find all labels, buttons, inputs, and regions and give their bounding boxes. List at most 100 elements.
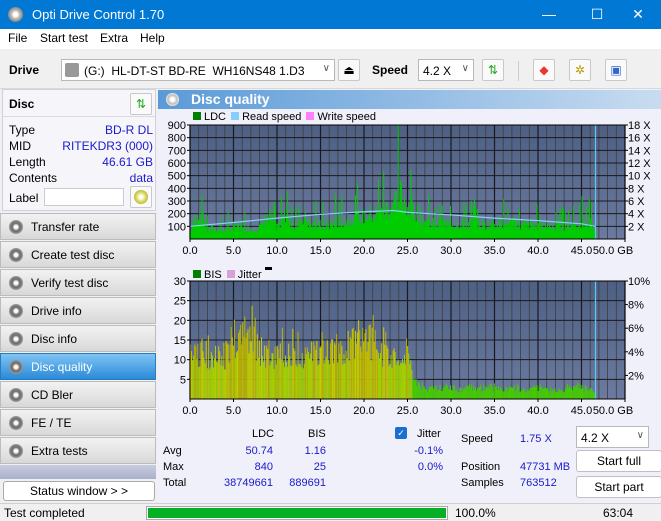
x-tick-label: 5.0: [226, 405, 241, 417]
data-bar: [297, 331, 299, 399]
data-bar: [310, 353, 312, 399]
data-bar: [354, 330, 356, 399]
data-bar: [571, 386, 573, 399]
speed-label: Speed: [372, 63, 409, 77]
data-bar: [337, 362, 339, 399]
data-bar: [446, 385, 448, 399]
data-bar: [279, 343, 281, 399]
data-bar: [286, 362, 288, 399]
data-bar: [259, 365, 261, 399]
nav-extra-tests[interactable]: Extra tests: [0, 437, 156, 464]
data-bar: [560, 390, 562, 399]
start-full-button[interactable]: Start full: [576, 450, 661, 472]
data-bar: [540, 387, 542, 399]
data-bar: [503, 391, 505, 399]
close-button[interactable]: ✕: [615, 0, 661, 29]
nav-cd-bler[interactable]: CD Bler: [0, 381, 156, 408]
avg-ldc: 50.74: [245, 445, 273, 457]
data-bar: [268, 340, 270, 399]
data-bar: [294, 350, 296, 399]
nav-disc-info[interactable]: Disc info: [0, 325, 156, 352]
data-bar: [499, 390, 501, 399]
refresh-button[interactable]: ⇅: [482, 59, 504, 81]
data-bar: [219, 351, 221, 399]
nav-verify-test-disc[interactable]: Verify test disc: [0, 269, 156, 296]
erase-button[interactable]: ◆: [533, 59, 555, 81]
menu-help[interactable]: Help: [140, 31, 165, 45]
data-bar: [197, 343, 199, 399]
y-tick-label-right: 6 X: [628, 196, 645, 208]
y-tick-label-left: 600: [168, 158, 186, 170]
data-bar: [301, 353, 303, 399]
nav-fe-te[interactable]: FE / TE: [0, 409, 156, 436]
data-bar: [352, 327, 354, 399]
data-bar: [526, 391, 528, 399]
status-window-button[interactable]: Status window > >: [3, 481, 155, 501]
data-bar: [215, 345, 217, 399]
data-bar: [487, 385, 489, 399]
data-bar: [246, 332, 248, 399]
data-bar: [372, 314, 374, 399]
data-bar: [339, 353, 341, 399]
data-bar: [554, 387, 556, 399]
data-bar: [558, 388, 560, 399]
avg-bis: 1.16: [304, 445, 326, 457]
nav-create-test-disc[interactable]: Create test disc: [0, 241, 156, 268]
save-button[interactable]: ▣: [605, 59, 627, 81]
nav-disc-quality[interactable]: Disc quality: [0, 353, 156, 380]
data-bar: [586, 389, 588, 399]
data-bar: [485, 386, 487, 399]
disc-row-type: Type BD-R DL: [9, 123, 153, 137]
data-bar: [574, 385, 576, 399]
data-bar: [267, 349, 269, 399]
disc-refresh-button[interactable]: ⇅: [130, 93, 152, 115]
menu-extra[interactable]: Extra: [100, 31, 128, 45]
data-bar: [555, 391, 557, 399]
data-bar: [288, 343, 290, 399]
data-bar: [195, 346, 197, 399]
settings-button[interactable]: ✲: [569, 59, 591, 81]
data-bar: [223, 342, 225, 399]
nav-drive-info[interactable]: Drive info: [0, 297, 156, 324]
data-bar: [443, 386, 445, 399]
position-label: Position: [461, 461, 501, 473]
label-disc-button[interactable]: [130, 186, 152, 208]
eject-button[interactable]: ⏏: [338, 59, 360, 81]
refresh-icon: ⇅: [487, 63, 499, 77]
data-bar: [417, 381, 419, 399]
jitter-checkbox[interactable]: ✓: [395, 427, 407, 439]
data-bar: [410, 360, 412, 399]
label-input[interactable]: [44, 188, 124, 206]
data-bar: [394, 351, 396, 399]
data-bar: [404, 354, 406, 399]
total-label: Total: [163, 477, 187, 489]
start-part-button[interactable]: Start part: [576, 476, 661, 498]
gears-icon: ✲: [574, 63, 586, 77]
data-bar: [318, 364, 320, 399]
data-bar: [589, 388, 591, 399]
data-bar: [411, 370, 413, 399]
nav-transfer-rate[interactable]: Transfer rate: [0, 213, 156, 240]
data-bar: [584, 385, 586, 399]
data-bar: [281, 327, 283, 399]
data-bar: [504, 391, 506, 399]
data-bar: [293, 348, 295, 399]
data-bar: [529, 388, 531, 399]
col-bis: BIS: [308, 428, 326, 440]
drive-select[interactable]: (G:) HL-DT-ST BD-RE WH16NS48 1.D3 ∨: [61, 59, 335, 81]
data-bar: [570, 388, 572, 399]
data-bar: [406, 338, 408, 399]
data-bar: [327, 359, 329, 399]
data-bar: [517, 386, 519, 399]
data-bar: [369, 324, 371, 399]
data-bar: [345, 350, 347, 399]
minimize-button[interactable]: —: [526, 0, 572, 29]
data-bar: [373, 341, 375, 399]
test-speed-select[interactable]: 4.2 X ∨: [576, 426, 649, 448]
maximize-button[interactable]: ☐: [574, 0, 620, 29]
menu-file[interactable]: File: [8, 31, 27, 45]
data-bar: [290, 365, 292, 399]
menu-start-test[interactable]: Start test: [40, 31, 88, 45]
speed-select[interactable]: 4.2 X ∨: [418, 59, 474, 81]
data-bar: [547, 388, 549, 399]
